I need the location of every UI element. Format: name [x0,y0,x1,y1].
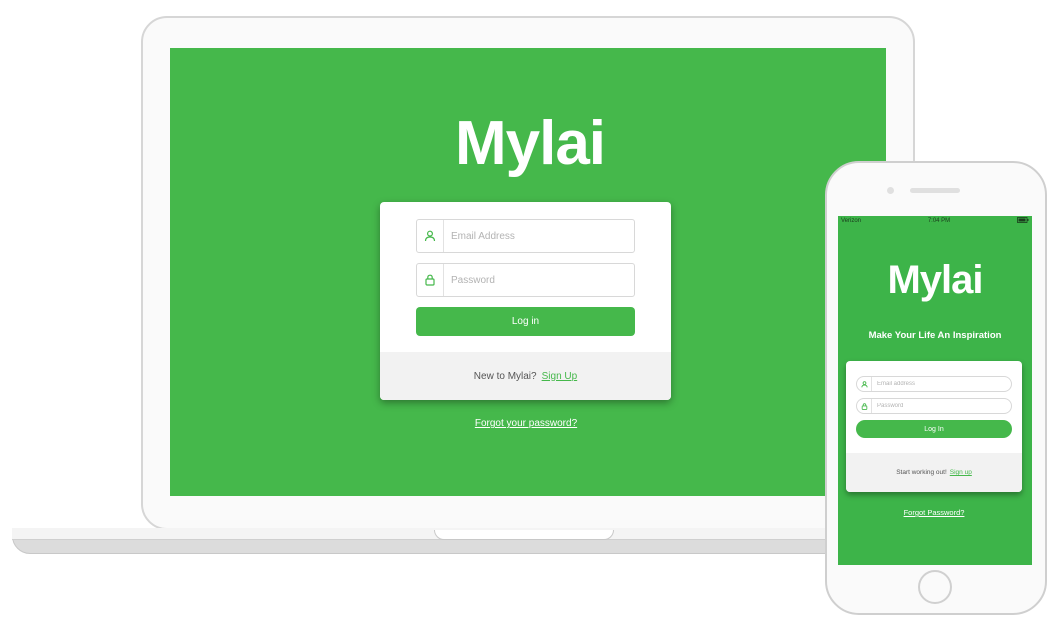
status-bar: Verizon 7:04 PM [838,216,1032,226]
lock-icon [417,264,444,296]
mobile-signup-link[interactable]: Sign up [950,469,972,476]
mobile-password-field[interactable] [856,398,1012,414]
mobile-signup-row: Start working out! Sign up [846,453,1022,492]
mobile-email-input[interactable] [872,376,1011,392]
battery-icon [1017,217,1029,225]
laptop-notch [434,530,614,540]
login-button[interactable]: Log in [416,307,635,336]
mobile-email-field[interactable] [856,376,1012,392]
user-icon [857,377,872,391]
user-icon [417,220,444,252]
email-field[interactable] [416,219,635,253]
desktop-login-card: Log in New to Mylai? Sign Up [380,202,671,400]
signup-link[interactable]: Sign Up [542,371,578,382]
mobile-logo: Mylai [887,258,983,302]
signup-prompt: New to Mylai? [473,370,537,382]
password-field[interactable] [416,263,635,297]
mobile-signup-prompt: Start working out! [896,469,947,476]
signup-row: New to Mylai? Sign Up [380,352,671,400]
email-input[interactable] [444,219,634,253]
mobile-password-input[interactable] [872,398,1011,414]
forgot-password-link[interactable]: Forgot your password? [430,418,622,429]
desktop-logo: Mylai [454,109,606,178]
mobile-tagline: Make Your Life An Inspiration [868,330,1002,341]
mobile-login-card: Log In Start working out! Sign up [846,361,1022,492]
phone-speaker [910,188,960,193]
mobile-login-button[interactable]: Log In [856,420,1012,438]
lock-icon [857,399,872,413]
home-button[interactable] [918,570,952,604]
password-input[interactable] [444,263,634,297]
mobile-forgot-password-link[interactable]: Forgot Password? [846,508,1022,517]
clock-label: 7:04 PM [927,218,951,224]
phone-camera [887,187,894,194]
carrier-label: Verizon [841,218,862,224]
